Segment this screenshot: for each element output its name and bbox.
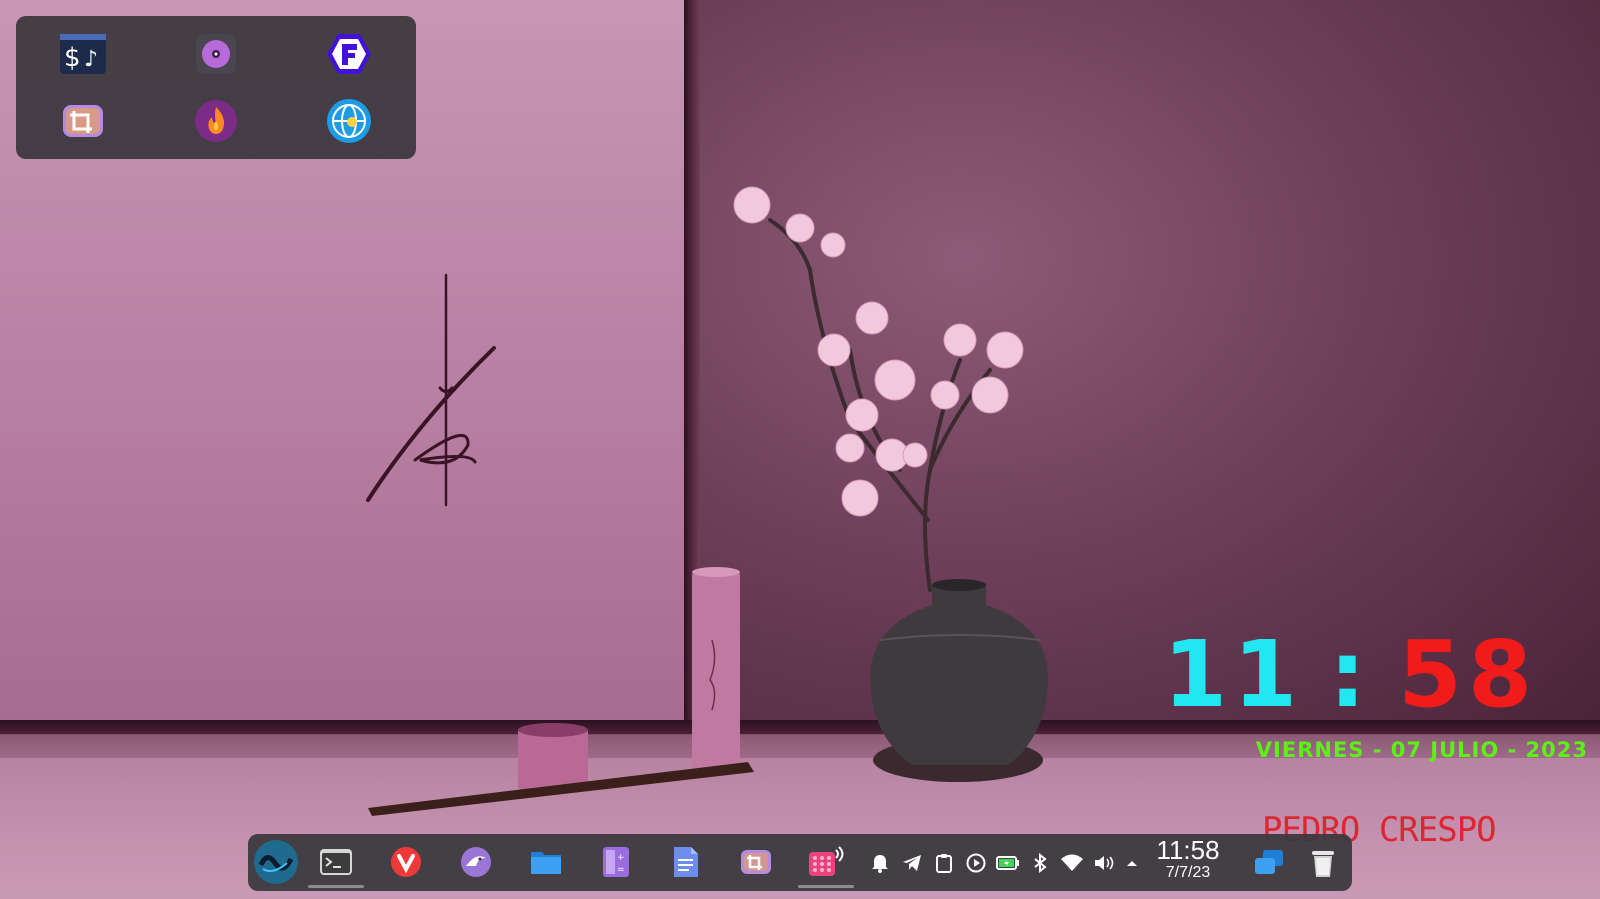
play-icon[interactable] [964,851,988,875]
f-hexagon-icon[interactable] [325,30,373,78]
crop-icon[interactable] [59,97,107,145]
folder-icon[interactable] [522,839,570,885]
battery-icon[interactable] [996,851,1020,875]
wifi-icon[interactable] [1060,851,1084,875]
speaker-grid-icon[interactable] [798,839,854,888]
svg-text:=: = [617,865,625,875]
clock-hours: 11 [1163,621,1304,728]
terminal-icon[interactable] [308,839,364,888]
clock-minutes: 58 [1397,621,1538,728]
trash-icon[interactable] [1308,848,1338,880]
app-launcher-widget: $ ♪ [16,16,416,159]
bell-icon[interactable] [868,851,892,875]
globe-icon[interactable] [325,97,373,145]
bluetooth-icon[interactable] [1028,851,1052,875]
clipboard-icon[interactable] [932,851,956,875]
clock-separator: : [1329,621,1372,728]
volume-icon[interactable] [1092,851,1116,875]
window-switcher-icon[interactable] [1252,848,1286,878]
svg-text:♪: ♪ [84,47,98,72]
start-menu-logo-icon[interactable] [252,839,300,885]
clock-time: 11:58 [1130,625,1590,725]
eagle-icon[interactable] [452,839,500,885]
svg-text:$: $ [64,43,81,73]
clock-date: VIERNES - 07 JULIO - 2023 [1255,738,1588,762]
calculator-icon[interactable]: + = [592,839,640,885]
crop-icon[interactable] [732,839,780,885]
svg-text:+: + [617,853,625,863]
audio-active-indicator [798,885,854,888]
taskbar-clock[interactable]: 11:58 7/7/23 [1138,836,1238,890]
telegram-icon[interactable] [900,851,924,875]
disc-icon[interactable] [192,30,240,78]
taskbar-date: 7/7/23 [1165,864,1211,881]
taskbar-time: 11:58 [1156,835,1220,865]
vivaldi-icon[interactable] [382,839,430,885]
terminal-active-indicator [308,885,364,888]
document-icon[interactable] [662,839,710,885]
dollar-note-icon[interactable]: $ ♪ [59,30,107,78]
flame-icon[interactable] [192,97,240,145]
